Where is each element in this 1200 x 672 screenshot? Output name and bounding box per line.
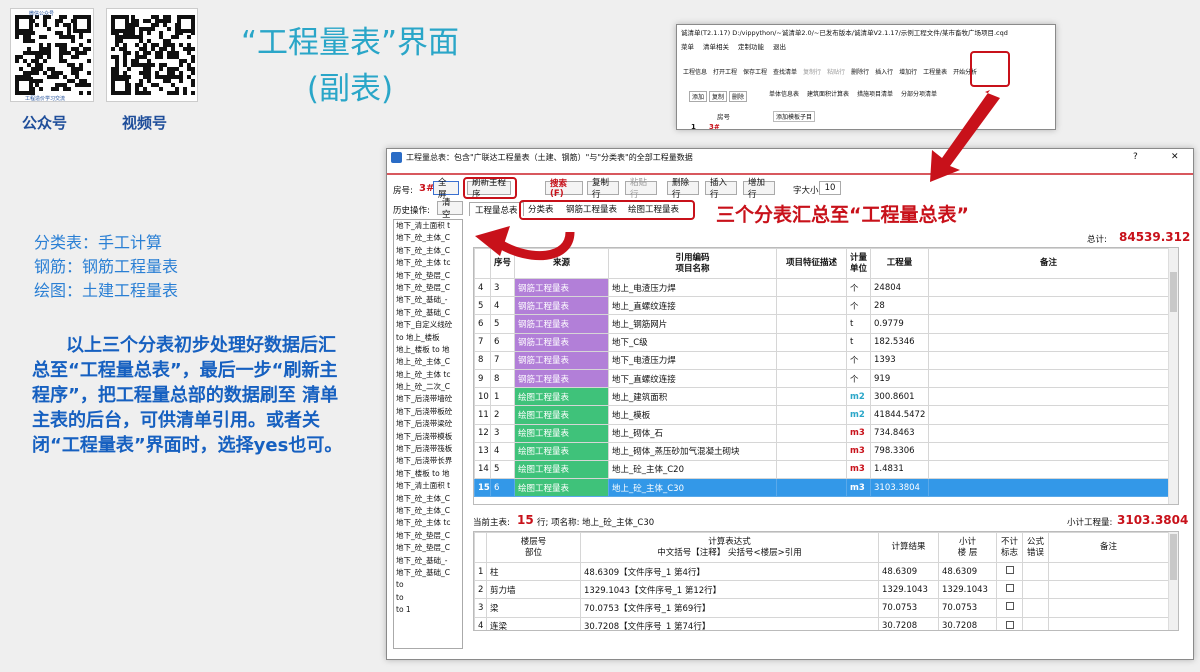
arrows-overlay xyxy=(475,90,1000,261)
arrow-to-quantity-table-icon xyxy=(930,90,1000,182)
curved-arrow-icon xyxy=(497,231,575,261)
